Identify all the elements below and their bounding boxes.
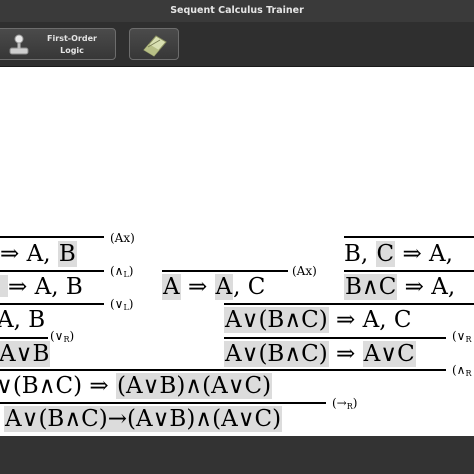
inference-line: [344, 236, 474, 238]
sequent-arrow: ⇒: [328, 341, 363, 367]
sequent-left-2[interactable]: ⇒ A, B: [0, 274, 83, 301]
sequent-left-3[interactable]: A, B: [0, 307, 45, 334]
formula-highlight[interactable]: B∧C: [344, 274, 398, 300]
inference-line: [162, 270, 288, 272]
sequent-text: B: [344, 241, 361, 267]
proof-canvas[interactable]: ⇒ A, B (Ax) ⇒ A, B (∧L) (∨L) A, B A∨B (∨…: [0, 67, 474, 436]
inference-line: [0, 337, 48, 339]
inference-line: [224, 303, 474, 305]
formula-highlight[interactable]: (A∨B)∧(A∨C): [116, 373, 273, 399]
inference-line: [0, 236, 104, 238]
sequent-arrow: ⇒: [187, 274, 208, 300]
sequent-text: ⇒ A,: [397, 274, 456, 300]
formula-highlight[interactable]: A∨C: [362, 341, 416, 367]
eraser-icon: [143, 35, 167, 57]
sequent-text: ∨(B∧C) ⇒: [0, 373, 117, 399]
sequent-left-1[interactable]: ⇒ A, B: [0, 241, 77, 268]
formula-highlight[interactable]: C: [375, 241, 396, 267]
sequent-root[interactable]: A∨(B∧C)→(A∨B)∧(A∨C): [4, 406, 283, 433]
formula-highlight[interactable]: B: [57, 241, 77, 267]
sequent-arrow: ⇒ A, B: [8, 274, 83, 300]
logic-selector-button[interactable]: First-Order Logic: [0, 28, 116, 60]
formula-highlight[interactable]: A∨(B∧C): [224, 307, 329, 333]
sequent-right-3[interactable]: A∨(B∧C) ⇒ A, C: [224, 307, 411, 334]
sequent-text: ,: [360, 241, 376, 267]
sequent-arrow: ⇒ A,: [0, 241, 58, 267]
formula-highlight[interactable]: A: [214, 274, 234, 300]
inference-line: [0, 369, 446, 371]
inference-line: [344, 270, 474, 272]
inference-line: [0, 303, 104, 305]
sequent-text: , C: [233, 274, 266, 300]
rule-label-or-right: (∨R): [50, 329, 75, 344]
sequent-right-2[interactable]: B∧C ⇒ A,: [344, 274, 455, 301]
sequent-mid[interactable]: A ⇒ A, C: [162, 274, 265, 301]
window-title: Sequent Calculus Trainer: [0, 0, 474, 22]
rule-label-and-right: (∧R: [452, 363, 472, 378]
inference-line: [224, 337, 446, 339]
toolbar: First-Order Logic: [0, 22, 474, 67]
rule-label-ax: (Ax): [110, 231, 135, 245]
sequent-left-4[interactable]: A∨B: [0, 341, 51, 368]
sequent-lower-1[interactable]: ∨(B∧C) ⇒ (A∨B)∧(A∨C): [0, 373, 273, 400]
sequent-text: ⇒ A, C: [328, 307, 412, 333]
formula-highlight[interactable]: A∨(B∧C)→(A∨B)∧(A∨C): [4, 406, 283, 432]
formula-highlight[interactable]: A: [162, 274, 181, 300]
status-bar: [0, 436, 474, 474]
inference-line: [0, 402, 326, 404]
inference-line: [0, 270, 104, 272]
sequent-text: ⇒ A,: [395, 241, 453, 267]
eraser-button[interactable]: [129, 28, 179, 60]
logic-selector-label: First-Order Logic: [47, 34, 97, 55]
sequent-right-4[interactable]: A∨(B∧C) ⇒ A∨C: [224, 341, 416, 368]
rule-label-or-left: (∨L): [110, 297, 134, 312]
joystick-icon: [9, 34, 29, 55]
formula-highlight[interactable]: [0, 275, 8, 297]
formula-highlight[interactable]: A∨B: [0, 341, 51, 367]
formula-highlight[interactable]: A∨(B∧C): [224, 341, 329, 367]
rule-label-ax: (Ax): [292, 264, 317, 278]
rule-label-and-left: (∧L): [110, 264, 134, 279]
rule-label-or-right: (∨R: [452, 329, 472, 344]
rule-label-impl-right: (→R): [332, 396, 358, 411]
sequent-right-1[interactable]: B, C ⇒ A,: [344, 241, 453, 268]
